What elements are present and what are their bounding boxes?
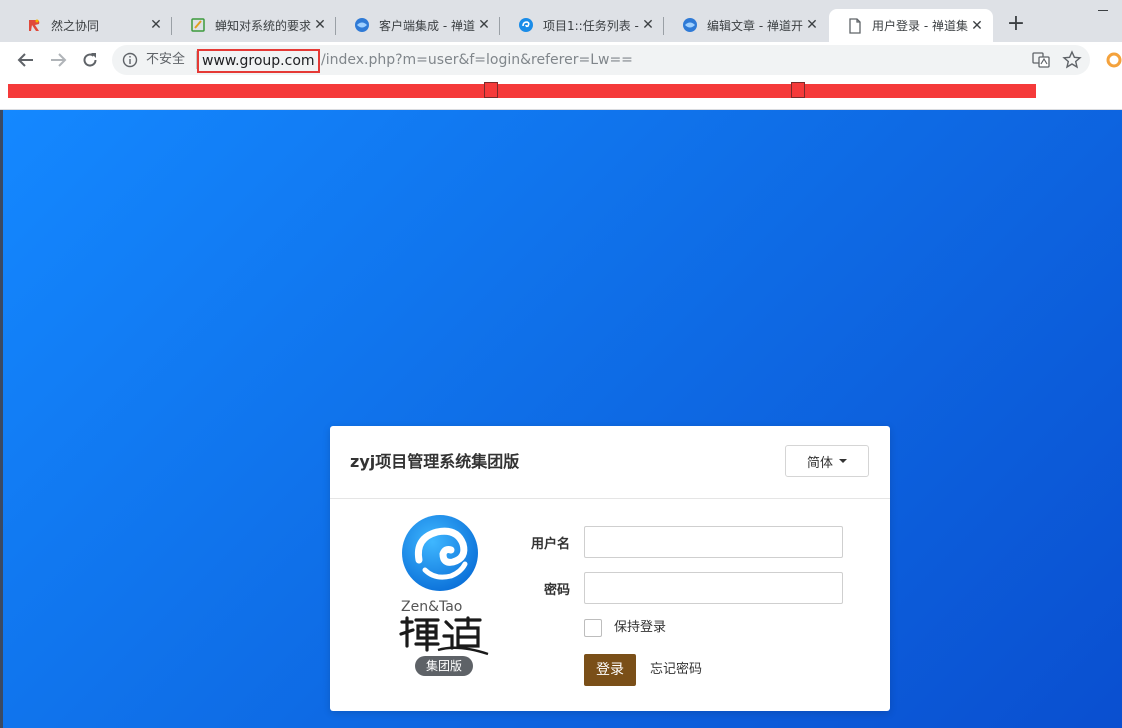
language-dropdown[interactable]: 简体 [785, 445, 869, 477]
zentao-calligraphy-logo [399, 616, 489, 656]
tab-chanzhi[interactable]: 蝉知对系统的要求 ✕ [172, 9, 336, 41]
new-tab-button[interactable]: + [1004, 12, 1028, 36]
username-label: 用户名 [530, 537, 570, 552]
close-tab-icon[interactable]: ✕ [476, 17, 492, 33]
tab-title: 然之协同 [51, 18, 100, 33]
url-path[interactable]: /index.php?m=user&f=login&referer=Lw== [321, 52, 633, 68]
zentao-logo: Zen&Tao 集团版 [394, 512, 494, 682]
tab-edit-article[interactable]: 编辑文章 - 禅道开 ✕ [664, 9, 828, 41]
tab-title: 编辑文章 - 禅道开 [707, 18, 803, 33]
username-input[interactable] [584, 526, 843, 558]
security-label[interactable]: 不安全 [146, 52, 185, 68]
language-label: 简体 [806, 455, 833, 471]
login-button[interactable]: 登录 [584, 654, 636, 686]
back-button[interactable] [12, 46, 40, 74]
close-tab-icon[interactable]: ✕ [640, 17, 656, 33]
bookmarks-bar [0, 78, 1122, 110]
forgot-password-link[interactable]: 忘记密码 [650, 660, 702, 680]
extension-icon[interactable] [1106, 52, 1122, 68]
tab-title: 项目1::任务列表 - [543, 18, 639, 33]
info-icon[interactable] [122, 52, 138, 68]
document-icon [847, 17, 863, 34]
redaction-mark [791, 82, 805, 98]
tab-user-login[interactable]: 用户登录 - 禅道集 ✕ [829, 9, 993, 42]
close-tab-icon[interactable]: ✕ [969, 18, 985, 34]
chanzhi-icon [190, 17, 206, 33]
logo-brand-en: Zen&Tao [401, 599, 463, 615]
zentao-globe-icon [354, 17, 370, 33]
address-bar[interactable]: 不安全 www.group.com /index.php?m=user&f=lo… [112, 45, 1090, 75]
password-input[interactable] [584, 572, 843, 604]
reload-button[interactable] [76, 46, 104, 74]
redaction-mark [484, 82, 498, 98]
system-title: zyj项目管理系统集团版 [350, 452, 520, 471]
tab-client-integration[interactable]: 客户端集成 - 禅道 ✕ [336, 9, 500, 41]
arrow-left-icon [17, 53, 33, 67]
redaction-bar [8, 84, 1036, 98]
tab-title: 客户端集成 - 禅道 [379, 18, 475, 33]
reload-icon [83, 53, 97, 67]
login-card-header: zyj项目管理系统集团版 简体 [330, 426, 890, 499]
bookmark-star-icon[interactable] [1062, 50, 1082, 70]
zentao-globe-icon [682, 17, 698, 33]
login-page-background: zyj项目管理系统集团版 简体 Zen&Tao 集团版 用户名 密码 保持登录 … [3, 110, 1122, 728]
zentao-swirl-icon [518, 17, 534, 33]
password-label: 密码 [543, 583, 570, 598]
minimize-icon[interactable] [1098, 10, 1108, 11]
url-host[interactable]: www.group.com [197, 49, 320, 73]
edition-badge: 集团版 [415, 656, 473, 676]
tab-title: 蝉知对系统的要求 [215, 18, 312, 33]
browser-toolbar: 不安全 www.group.com /index.php?m=user&f=lo… [0, 42, 1122, 78]
close-tab-icon[interactable]: ✕ [312, 17, 328, 33]
tab-title: 用户登录 - 禅道集 [872, 19, 968, 33]
tab-task-list[interactable]: 项目1::任务列表 - ✕ [500, 9, 664, 41]
arrow-right-icon [51, 53, 67, 67]
tab-ranzhi[interactable]: 然之协同 ✕ [8, 9, 172, 41]
translate-icon[interactable] [1032, 51, 1050, 69]
caret-down-icon [839, 459, 847, 463]
ranzhi-icon [26, 17, 42, 33]
login-card: zyj项目管理系统集团版 简体 Zen&Tao 集团版 用户名 密码 保持登录 … [330, 426, 890, 711]
zentao-swirl-logo-icon [402, 515, 478, 591]
tab-strip: 然之协同 ✕ 蝉知对系统的要求 ✕ 客户端集成 - 禅道 ✕ 项目1::任务列表… [0, 0, 1122, 42]
keep-login-checkbox[interactable] [584, 619, 602, 637]
forward-button[interactable] [44, 46, 72, 74]
close-tab-icon[interactable]: ✕ [804, 17, 820, 33]
keep-login-label[interactable]: 保持登录 [614, 619, 666, 637]
close-tab-icon[interactable]: ✕ [148, 17, 164, 33]
